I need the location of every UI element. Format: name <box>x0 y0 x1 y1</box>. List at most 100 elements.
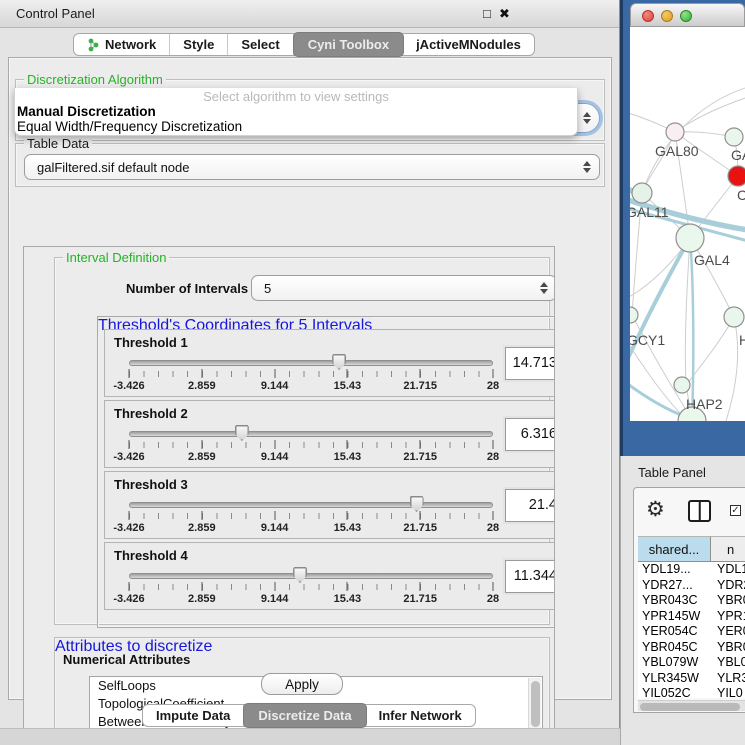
dropdown-option-manual[interactable]: Manual Discretization <box>17 104 573 120</box>
minimize-traffic-light-icon[interactable] <box>661 10 673 22</box>
major-tick <box>493 369 494 378</box>
cell-shared-name[interactable]: YBR045C <box>638 640 711 656</box>
settings-scroll-panel[interactable]: Interval Definition Number of Intervals … <box>23 246 555 729</box>
cell-shared-name[interactable]: YER054C <box>638 624 711 640</box>
tab-impute-data[interactable]: Impute Data <box>143 705 244 726</box>
attributes-vertical-scrollbar[interactable] <box>528 678 541 729</box>
cell-name[interactable]: YPR1 <box>711 609 745 625</box>
threshold-slider[interactable]: -3.4262.8599.14415.4321.71528 <box>129 428 493 466</box>
threshold-slider[interactable]: -3.4262.8599.14415.4321.71528 <box>129 570 493 608</box>
major-tick <box>129 440 130 449</box>
apply-button[interactable]: Apply <box>261 673 343 695</box>
cell-name[interactable]: YDR2 <box>711 578 745 594</box>
table-row[interactable]: YLR345WYLR3 <box>638 671 745 687</box>
table-data-combobox[interactable]: galFiltered.sif default node <box>24 154 600 180</box>
tab-cyni-toolbox[interactable]: Cyni Toolbox <box>293 32 404 57</box>
slider-handle[interactable] <box>293 567 307 583</box>
zoom-traffic-light-icon[interactable] <box>680 10 692 22</box>
slider-track[interactable] <box>129 573 493 579</box>
numerical-attributes-label: Numerical Attributes <box>63 652 190 667</box>
node-gal4[interactable] <box>676 224 704 252</box>
column-layout-icon[interactable] <box>688 500 711 522</box>
major-tick <box>347 511 348 520</box>
dropdown-option-equal-width[interactable]: Equal Width/Frequency Discretization <box>17 119 573 135</box>
table-row[interactable]: YBR045CYBR0 <box>638 640 745 656</box>
cell-shared-name[interactable]: YBL079W <box>638 655 711 671</box>
slider-track[interactable] <box>129 502 493 508</box>
float-window-icon[interactable]: □ <box>483 6 491 22</box>
node-gcy1[interactable] <box>630 307 638 323</box>
cell-shared-name[interactable]: YDL19... <box>638 562 711 578</box>
table-card: ⚙ ✓ ✓ shared... n YDL19...YDL1YDR27...YD… <box>633 487 745 713</box>
cell-shared-name[interactable]: YIL052C <box>638 686 711 698</box>
cell-name[interactable]: YBL0 <box>711 655 745 671</box>
network-nodes[interactable] <box>630 123 745 421</box>
threshold-value-field[interactable]: 11.344 <box>505 560 555 593</box>
slider-track[interactable] <box>129 431 493 437</box>
tick-label: 15.43 <box>334 522 362 534</box>
table-horizontal-scrollbar[interactable] <box>638 700 745 711</box>
major-tick <box>420 440 421 449</box>
slider-handle[interactable] <box>235 425 249 441</box>
control-panel-window: Control Panel □ ✖ Network Style Select C… <box>0 0 620 745</box>
threshold-slider[interactable]: -3.4262.8599.14415.4321.71528 <box>129 499 493 537</box>
network-canvas[interactable]: GAL80 GA C GAL11 GAL4 GCY1 H HAP2 <box>630 27 745 421</box>
node-cut-right[interactable] <box>724 307 744 327</box>
tab-style[interactable]: Style <box>170 34 228 55</box>
tab-infer-network[interactable]: Infer Network <box>366 705 475 726</box>
node-red-selected[interactable] <box>728 166 745 186</box>
column-header-shared[interactable]: shared... <box>638 536 711 562</box>
tab-discretize-data[interactable]: Discretize Data <box>243 703 366 728</box>
table-row[interactable]: YDR27...YDR2 <box>638 578 745 594</box>
cell-name[interactable]: YBR0 <box>711 593 745 609</box>
slider-track[interactable] <box>129 360 493 366</box>
cell-name[interactable]: YIL0 <box>711 686 745 698</box>
node-label-cut-h: H <box>739 332 745 348</box>
threshold-value-field[interactable]: 6.316 <box>505 418 555 451</box>
threshold-value-field[interactable]: 21.4 <box>505 489 555 522</box>
tab-jactivemnodules[interactable]: jActiveMNodules <box>403 34 534 55</box>
tick-label: 28 <box>487 522 499 534</box>
tab-network[interactable]: Network <box>74 34 170 55</box>
table-row[interactable]: YBL079WYBL0 <box>638 655 745 671</box>
slider-handle[interactable] <box>332 354 346 370</box>
network-icon <box>87 38 100 52</box>
node-gal80[interactable] <box>666 123 684 141</box>
cell-shared-name[interactable]: YPR145W <box>638 609 711 625</box>
table-row[interactable]: YIL052CYIL0 <box>638 686 745 698</box>
tick-label: 2.859 <box>188 380 216 392</box>
table-row[interactable]: YPR145WYPR1 <box>638 609 745 625</box>
table-row[interactable]: YER054CYER0 <box>638 624 745 640</box>
cell-name[interactable]: YER0 <box>711 624 745 640</box>
threshold-slider[interactable]: -3.4262.8599.14415.4321.71528 <box>129 357 493 395</box>
tick-label: 15.43 <box>334 593 362 605</box>
cell-shared-name[interactable]: YBR043C <box>638 593 711 609</box>
node-gal11[interactable] <box>632 183 652 203</box>
slider-handle[interactable] <box>410 496 424 512</box>
close-traffic-light-icon[interactable] <box>642 10 654 22</box>
tick-label: 28 <box>487 380 499 392</box>
node-cut-top-right[interactable] <box>725 128 743 146</box>
cell-shared-name[interactable]: YLR345W <box>638 671 711 687</box>
discretization-algorithm-group-title: Discretization Algorithm <box>24 72 166 87</box>
cell-name[interactable]: YDL1 <box>711 562 745 578</box>
slider-tick-labels: -3.4262.8599.14415.4321.71528 <box>129 380 493 392</box>
scrollbar-thumb[interactable] <box>640 703 740 711</box>
table-rows[interactable]: YDL19...YDL1YDR27...YDR2YBR043CYBR0YPR14… <box>638 562 745 698</box>
scrollbar-thumb[interactable] <box>531 681 540 727</box>
close-window-icon[interactable]: ✖ <box>499 6 510 22</box>
checkbox-icon[interactable]: ✓ <box>730 505 741 516</box>
node-hap2[interactable] <box>674 377 690 393</box>
table-row[interactable]: YBR043CYBR0 <box>638 593 745 609</box>
threshold-value-field[interactable]: 14.713 <box>505 347 555 380</box>
major-tick <box>493 582 494 591</box>
gear-icon[interactable]: ⚙ <box>646 498 665 522</box>
cell-name[interactable]: YLR3 <box>711 671 745 687</box>
tab-select[interactable]: Select <box>228 34 293 55</box>
column-header-name[interactable]: n <box>711 536 745 562</box>
major-tick <box>201 369 202 378</box>
table-row[interactable]: YDL19...YDL1 <box>638 562 745 578</box>
cell-shared-name[interactable]: YDR27... <box>638 578 711 594</box>
cell-name[interactable]: YBR0 <box>711 640 745 656</box>
number-of-intervals-spinner[interactable]: 5 <box>251 275 555 301</box>
